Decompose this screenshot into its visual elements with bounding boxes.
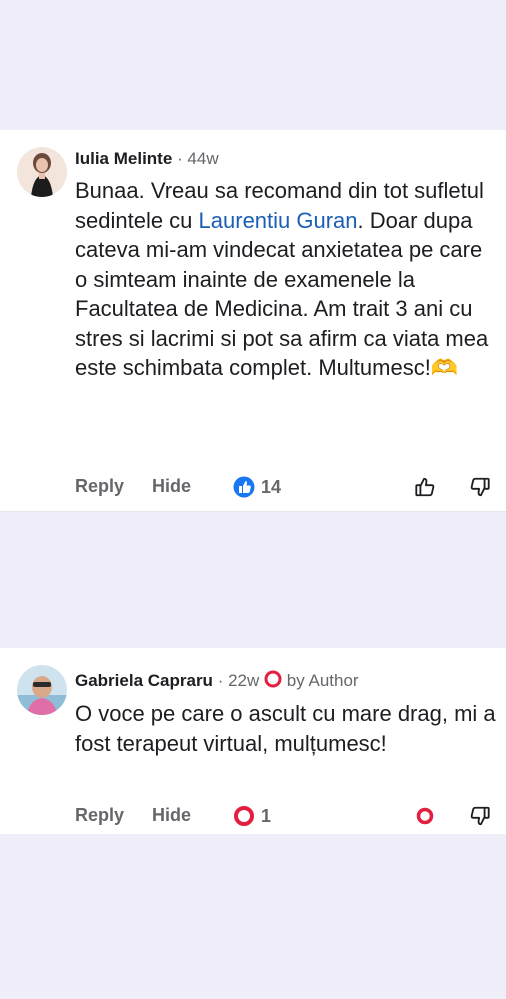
comment-timestamp: · 22w <box>217 671 260 690</box>
mention-link[interactable]: Laurentiu Guran <box>199 208 358 233</box>
hide-button[interactable]: Hide <box>152 476 191 497</box>
divider <box>0 511 506 512</box>
avatar[interactable] <box>17 665 67 715</box>
reply-button[interactable]: Reply <box>75 476 124 497</box>
reaction-count: 14 <box>261 476 282 497</box>
thumbs-up-icon[interactable] <box>414 476 436 498</box>
comment-text: O voce pe care o ascult cu mare drag, mi… <box>75 701 496 756</box>
heart-react-icon[interactable] <box>414 805 436 827</box>
reaction-summary[interactable]: 14 <box>233 476 281 498</box>
comment-timestamp: · 44w <box>177 149 219 168</box>
comment-card-2: Gabriela Capraru · 22w by Author O voce … <box>0 648 506 834</box>
comment-text: Bunaa. Vreau sa recomand din tot sufletu… <box>75 178 489 380</box>
like-icon <box>233 476 255 498</box>
author-badge-icon <box>264 670 282 688</box>
heart-icon <box>234 806 254 826</box>
reaction-summary[interactable]: 1 <box>233 805 271 827</box>
thumbs-down-icon[interactable] <box>469 805 491 827</box>
reaction-count: 1 <box>261 805 272 826</box>
reply-button[interactable]: Reply <box>75 805 124 826</box>
author-badge: by Author <box>264 670 359 690</box>
thumbs-down-icon[interactable] <box>469 476 491 498</box>
author-name[interactable]: Gabriela Capraru · 22w by Author <box>75 670 359 691</box>
comment-card-1: Iulia Melinte · 44w Bunaa. Vreau sa reco… <box>0 130 506 512</box>
heart-hands-emoji: 🫶 <box>430 355 459 380</box>
author-name[interactable]: Iulia Melinte · 44w <box>75 149 219 169</box>
avatar[interactable] <box>17 147 67 197</box>
hide-button[interactable]: Hide <box>152 805 191 826</box>
